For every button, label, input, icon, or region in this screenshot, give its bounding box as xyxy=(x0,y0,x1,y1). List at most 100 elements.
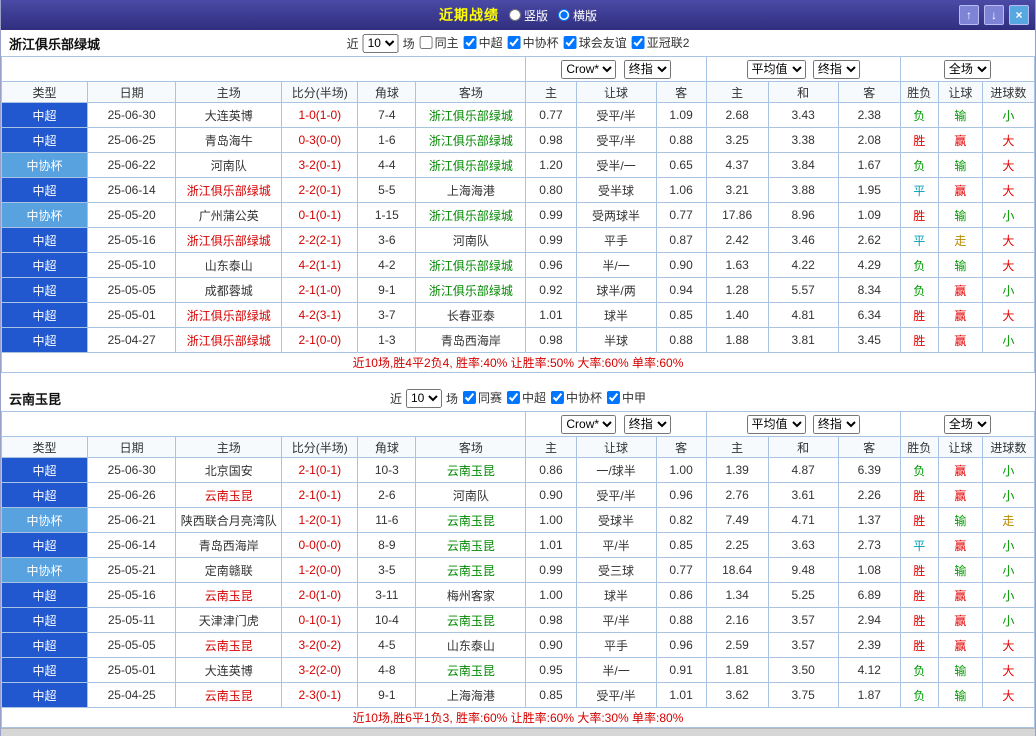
result-handicap-cell: 赢 xyxy=(937,327,983,353)
league-filter-checkbox[interactable] xyxy=(563,36,577,49)
close-button[interactable]: × xyxy=(1009,5,1029,25)
league-filter[interactable]: 球会友谊 xyxy=(563,34,627,51)
score-cell: 0-0(0-0) xyxy=(281,532,359,558)
corner-cell: 1-6 xyxy=(357,127,417,153)
avg-odds-draw: 3.46 xyxy=(767,227,839,253)
league-filter-checkbox[interactable] xyxy=(462,391,476,404)
vertical-layout-label: 竖版 xyxy=(523,8,548,23)
games-label: 场 xyxy=(445,391,458,406)
near-label: 近 xyxy=(346,36,359,51)
league-filter[interactable]: 中协杯 xyxy=(551,389,602,406)
league-filter-checkbox[interactable] xyxy=(463,36,477,49)
away-team-cell: 浙江俱乐部绿城 xyxy=(415,277,527,303)
team-name-2: 云南玉昆 xyxy=(9,391,62,407)
avg-odds-draw: 8.96 xyxy=(767,202,839,228)
match-row: 中超 25-05-05 成都蓉城 2-1(1-0) 9-1 浙江俱乐部绿城 0.… xyxy=(0,277,1036,303)
move-down-button[interactable]: ↓ xyxy=(984,5,1004,25)
results-body-1: 中超 25-06-30 大连英博 1-0(1-0) 7-4 浙江俱乐部绿城 0.… xyxy=(0,102,1036,353)
handicap-line: 球半 xyxy=(575,302,657,328)
result-wdl-cell: 胜 xyxy=(899,127,939,153)
col-ah-away: 客 xyxy=(655,81,707,103)
avg-odds-draw: 5.25 xyxy=(767,582,839,608)
league-type-cell: 中超 xyxy=(0,277,89,303)
away-team-cell: 云南玉昆 xyxy=(415,457,527,483)
recent-results-panel: 近期战绩 竖版 横版 ↑ ↓ × 浙江俱乐部绿城 近 10 场 同主 中超 中协杯球… xyxy=(0,0,1036,736)
handicap-odds-home: 1.01 xyxy=(525,532,577,558)
league-filter-checkbox[interactable] xyxy=(507,391,520,404)
col-ah-home: 主 xyxy=(525,81,577,103)
scope-select[interactable]: 全场 xyxy=(943,59,991,79)
result-goals-cell: 小 xyxy=(981,557,1036,583)
average-odds-select[interactable]: 平均值 xyxy=(746,414,806,434)
result-goals-cell: 大 xyxy=(981,252,1036,278)
league-filter-checkbox[interactable] xyxy=(607,391,621,404)
result-goals-cell: 大 xyxy=(981,682,1036,708)
average-odds-select[interactable]: 平均值 xyxy=(746,59,806,79)
handicap-odds-time-select[interactable]: 终指 xyxy=(623,59,671,79)
score-cell: 2-3(0-1) xyxy=(281,682,359,708)
vertical-layout-radio[interactable] xyxy=(508,9,521,21)
result-wdl-cell: 胜 xyxy=(899,202,939,228)
match-count-select[interactable]: 10 xyxy=(405,388,442,408)
selects-row-spacer xyxy=(0,411,527,437)
league-filter[interactable]: 中超 xyxy=(507,389,546,406)
date-cell: 25-06-30 xyxy=(87,457,177,483)
avg-odds-draw: 3.81 xyxy=(767,327,839,353)
avg-odds-draw: 3.75 xyxy=(767,682,839,708)
avg-odds-home: 3.62 xyxy=(705,682,769,708)
move-up-button[interactable]: ↑ xyxy=(959,5,979,25)
horizontal-layout-radio[interactable] xyxy=(558,9,570,21)
col-handicap-result: 让球 xyxy=(937,436,983,458)
date-cell: 25-05-05 xyxy=(87,632,177,658)
league-filter[interactable]: 同赛 xyxy=(462,389,502,406)
handicap-odds-time-select[interactable]: 终指 xyxy=(623,414,671,434)
result-goals-cell: 小 xyxy=(981,277,1036,303)
home-team-cell: 云南玉昆 xyxy=(175,632,283,658)
layout-option-vertical[interactable]: 竖版 xyxy=(508,7,548,24)
league-filter[interactable]: 同主 xyxy=(419,34,459,51)
league-filter-checkbox[interactable] xyxy=(631,36,645,49)
score-cell: 3-2(0-1) xyxy=(281,152,359,178)
bookmaker-select[interactable]: Crow* xyxy=(561,414,617,434)
league-filter-checkbox[interactable] xyxy=(507,36,521,49)
handicap-line: 半/一 xyxy=(575,657,657,683)
avg-odds-home: 2.25 xyxy=(705,532,769,558)
league-filter-checkbox[interactable] xyxy=(551,391,565,404)
result-handicap-cell: 走 xyxy=(937,227,983,253)
col-avg-home: 主 xyxy=(705,436,769,458)
match-row: 中协杯 25-06-22 河南队 3-2(0-1) 4-4 浙江俱乐部绿城 1.… xyxy=(0,152,1036,178)
match-count-select[interactable]: 10 xyxy=(362,33,399,53)
scope-select[interactable]: 全场 xyxy=(943,414,991,434)
corner-cell: 9-1 xyxy=(357,682,417,708)
bookmaker-select[interactable]: Crow* xyxy=(561,59,617,79)
away-team-cell: 山东泰山 xyxy=(415,632,527,658)
europe-odds-time-select[interactable]: 终指 xyxy=(812,414,860,434)
league-filter-checkbox[interactable] xyxy=(419,36,433,49)
score-cell: 2-1(0-1) xyxy=(281,482,359,508)
avg-odds-away: 6.39 xyxy=(837,457,901,483)
league-filter-label: 中协杯 xyxy=(566,391,603,405)
league-filter[interactable]: 中甲 xyxy=(607,389,646,406)
match-row: 中协杯 25-06-21 陕西联合月亮湾队 1-2(0-1) 11-6 云南玉昆… xyxy=(0,507,1036,533)
result-wdl-cell: 胜 xyxy=(899,302,939,328)
result-handicap-cell: 赢 xyxy=(937,302,983,328)
handicap-odds-away: 1.01 xyxy=(655,682,707,708)
match-row: 中超 25-05-16 云南玉昆 2-0(1-0) 3-11 梅州客家 1.00… xyxy=(0,582,1036,608)
league-filter-label: 球会友谊 xyxy=(578,36,627,50)
league-filter-label: 同赛 xyxy=(477,391,502,405)
date-cell: 25-05-16 xyxy=(87,582,177,608)
league-type-cell: 中超 xyxy=(0,607,89,633)
layout-option-horizontal[interactable]: 横版 xyxy=(558,7,597,24)
league-filter[interactable]: 亚冠联2 xyxy=(631,34,689,51)
europe-odds-time-select[interactable]: 终指 xyxy=(812,59,860,79)
league-filter[interactable]: 中超 xyxy=(463,34,503,51)
result-goals-cell: 大 xyxy=(981,152,1036,178)
corner-cell: 10-4 xyxy=(357,607,417,633)
league-type-cell: 中超 xyxy=(0,632,89,658)
match-row: 中协杯 25-05-20 广州蒲公英 0-1(0-1) 1-15 浙江俱乐部绿城… xyxy=(0,202,1036,228)
date-cell: 25-06-21 xyxy=(87,507,177,533)
league-filter[interactable]: 中协杯 xyxy=(507,34,559,51)
date-cell: 25-06-26 xyxy=(87,482,177,508)
result-wdl-cell: 平 xyxy=(899,532,939,558)
score-cell: 1-2(0-1) xyxy=(281,507,359,533)
